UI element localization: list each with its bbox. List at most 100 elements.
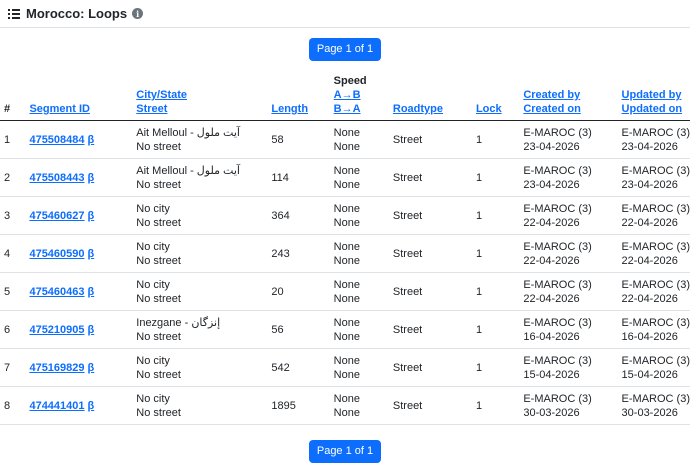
row-index: 8 <box>0 386 30 425</box>
lock-value: 1 <box>475 310 524 349</box>
created-cell: E-MAROC (3) 22-04-2026 <box>523 234 622 273</box>
roadtype-value: Street <box>392 158 476 197</box>
speed-cell: None None <box>333 158 393 197</box>
speed-ab-value: None <box>333 278 360 291</box>
updated-cell: E-MAROC (3) 16-04-2026 <box>621 310 690 349</box>
segment-cell: 475169829 β <box>29 348 137 387</box>
length-value: 364 <box>271 196 334 235</box>
segment-link[interactable]: 475460590 <box>29 248 84 260</box>
created-on-value: 23-04-2026 <box>523 178 580 191</box>
lock-value: 1 <box>475 272 524 311</box>
city-street-cell: No city No street <box>136 234 272 273</box>
created-on-value: 16-04-2026 <box>523 330 580 343</box>
table-row: 2 475508443 β Ait Melloul - آيت ملول No stre… <box>0 158 690 197</box>
created-cell: E-MAROC (3) 22-04-2026 <box>523 196 622 235</box>
beta-link[interactable]: β <box>88 134 95 146</box>
speed-cell: None None <box>333 234 393 273</box>
sort-created-by-link[interactable]: Created by <box>523 88 621 102</box>
roadtype-value: Street <box>392 234 476 273</box>
segment-cell: 475460463 β <box>29 272 137 311</box>
updated-cell: E-MAROC (3) 30-03-2026 <box>621 386 690 425</box>
updated-on-value: 23-04-2026 <box>621 178 678 191</box>
segment-link[interactable]: 475210905 <box>29 324 84 336</box>
info-icon[interactable]: i <box>132 8 144 19</box>
beta-link[interactable]: β <box>88 362 95 374</box>
city-name: Inezgane - إنزگان <box>136 316 221 329</box>
updated-cell: E-MAROC (3) 22-04-2026 <box>621 272 690 311</box>
segment-link[interactable]: 475460627 <box>29 210 84 222</box>
list-icon <box>8 8 20 19</box>
table-row: 6 475210905 β Inezgane - إنزگان No street 56 N… <box>0 310 690 349</box>
segment-link[interactable]: 475508443 <box>29 172 84 184</box>
beta-link[interactable]: β <box>88 286 95 298</box>
speed-ab-value: None <box>333 164 360 177</box>
created-cell: E-MAROC (3) 23-04-2026 <box>523 120 622 159</box>
beta-link[interactable]: β <box>88 324 95 336</box>
updated-on-value: 16-04-2026 <box>621 330 678 343</box>
updated-cell: E-MAROC (3) 22-04-2026 <box>621 196 690 235</box>
sort-lock-link[interactable]: Lock <box>476 103 502 115</box>
segment-link[interactable]: 475169829 <box>29 362 84 374</box>
speed-ba-value: None <box>333 330 360 343</box>
sort-updated-on-link[interactable]: Updated on <box>622 102 690 116</box>
segment-cell: 475210905 β <box>29 310 137 349</box>
beta-link[interactable]: β <box>88 210 95 222</box>
speed-ba-value: None <box>333 406 360 419</box>
table-row: 8 474441401 β No city No street 1895 None None S… <box>0 386 690 425</box>
created-by-value: E-MAROC (3) <box>523 278 592 291</box>
header-segment-id: Segment ID <box>29 72 137 121</box>
created-cell: E-MAROC (3) 16-04-2026 <box>523 310 622 349</box>
segment-link[interactable]: 474441401 <box>29 400 84 412</box>
created-on-value: 22-04-2026 <box>523 254 580 267</box>
updated-by-value: E-MAROC (3) <box>621 354 690 367</box>
speed-ba-value: None <box>333 216 360 229</box>
header-index: # <box>0 72 30 121</box>
created-by-value: E-MAROC (3) <box>523 126 592 139</box>
page-button-bottom[interactable]: Page 1 of 1 <box>308 440 382 463</box>
roadtype-value: Street <box>392 310 476 349</box>
speed-cell: None None <box>333 348 393 387</box>
sort-street-link[interactable]: Street <box>136 102 271 116</box>
street-name: No street <box>136 216 181 229</box>
row-index: 2 <box>0 158 30 197</box>
header-length: Length <box>271 72 334 121</box>
speed-ab-value: None <box>333 392 360 405</box>
speed-ab-value: None <box>333 202 360 215</box>
street-name: No street <box>136 178 181 191</box>
page-button-top[interactable]: Page 1 of 1 <box>308 38 382 61</box>
lock-value: 1 <box>475 234 524 273</box>
street-name: No street <box>136 292 181 305</box>
speed-cell: None None <box>333 196 393 235</box>
speed-ba-value: None <box>333 140 360 153</box>
city-street-cell: No city No street <box>136 196 272 235</box>
table-row: 5 475460463 β No city No street 20 None None Str… <box>0 272 690 311</box>
created-cell: E-MAROC (3) 15-04-2026 <box>523 348 622 387</box>
length-value: 542 <box>271 348 334 387</box>
updated-by-value: E-MAROC (3) <box>621 278 690 291</box>
lock-value: 1 <box>475 348 524 387</box>
sort-roadtype-link[interactable]: Roadtype <box>393 103 443 115</box>
header-roadtype: Roadtype <box>392 72 476 121</box>
pager-top: Page 1 of 1 <box>0 38 690 61</box>
sort-length-link[interactable]: Length <box>271 103 308 115</box>
lock-value: 1 <box>475 158 524 197</box>
sort-speed-ab-link[interactable]: A→B <box>334 88 393 102</box>
row-index: 7 <box>0 348 30 387</box>
segment-link[interactable]: 475508484 <box>29 134 84 146</box>
beta-link[interactable]: β <box>88 400 95 412</box>
speed-cell: None None <box>333 386 393 425</box>
street-name: No street <box>136 368 181 381</box>
beta-link[interactable]: β <box>88 172 95 184</box>
sort-updated-by-link[interactable]: Updated by <box>622 88 690 102</box>
updated-by-value: E-MAROC (3) <box>621 202 690 215</box>
beta-link[interactable]: β <box>88 248 95 260</box>
segment-cell: 475508443 β <box>29 158 137 197</box>
sort-speed-ba-link[interactable]: B→A <box>334 102 393 116</box>
updated-on-value: 30-03-2026 <box>621 406 678 419</box>
sort-segment-id-link[interactable]: Segment ID <box>29 103 90 115</box>
segment-link[interactable]: 475460463 <box>29 286 84 298</box>
updated-by-value: E-MAROC (3) <box>621 240 690 253</box>
sort-created-on-link[interactable]: Created on <box>523 102 621 116</box>
sort-city-link[interactable]: City/State <box>136 88 271 102</box>
segment-cell: 475508484 β <box>29 120 137 159</box>
